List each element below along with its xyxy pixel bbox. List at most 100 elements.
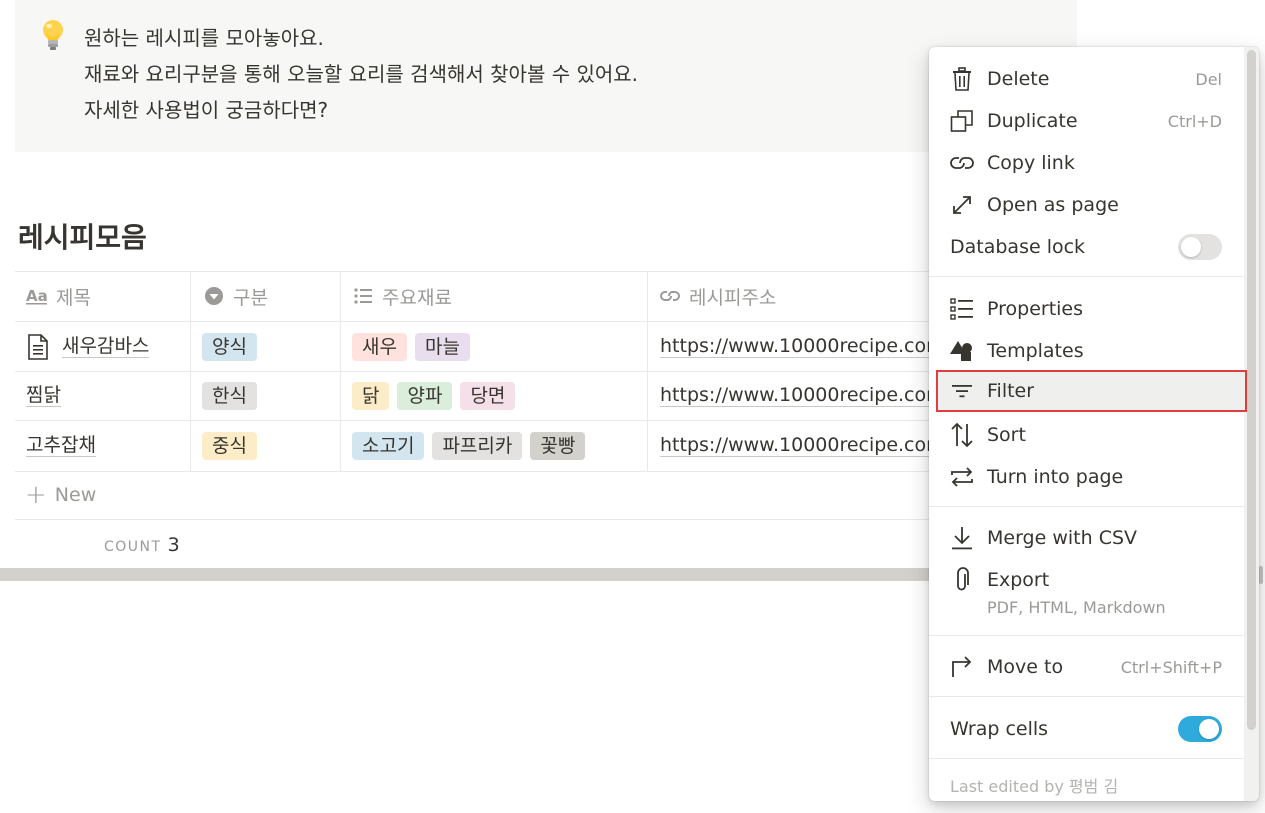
menu-item-label: Properties bbox=[987, 298, 1084, 320]
menu-item-duplicate[interactable]: Duplicate Ctrl+D bbox=[929, 100, 1244, 142]
table-row-url-cell[interactable]: https://www.10000recipe.com bbox=[660, 371, 945, 420]
text-aa-icon: Aa bbox=[26, 285, 48, 307]
trash-icon bbox=[949, 66, 975, 92]
svg-text:Aa: Aa bbox=[26, 287, 48, 305]
page-document-icon bbox=[28, 333, 48, 360]
menu-item-templates[interactable]: Templates bbox=[929, 330, 1244, 372]
table-row-category-cell[interactable]: 한식 bbox=[202, 371, 265, 420]
count-footer[interactable]: COUNT 3 bbox=[104, 534, 180, 556]
menu-item-label: Wrap cells bbox=[950, 718, 1049, 740]
recipe-url-link[interactable]: https://www.10000recipe.com bbox=[660, 434, 945, 457]
menu-item-label: Delete bbox=[987, 68, 1050, 90]
menu-item-open-as-page[interactable]: Open as page bbox=[929, 184, 1244, 226]
menu-item-shortcut: Ctrl+D bbox=[1167, 111, 1222, 131]
table-border bbox=[15, 519, 1077, 520]
menu-item-label: Copy link bbox=[987, 152, 1075, 174]
link-icon bbox=[659, 285, 681, 307]
menu-divider bbox=[929, 506, 1244, 507]
callout-line: 원하는 레시피를 모아놓아요. bbox=[84, 26, 324, 50]
recipe-url-link[interactable]: https://www.10000recipe.com bbox=[660, 335, 945, 358]
sort-arrows-icon bbox=[949, 422, 975, 448]
table-row-url-cell[interactable]: https://www.10000recipe.com bbox=[660, 421, 945, 470]
table-row-ingredients-cell[interactable]: 새우 마늘 bbox=[352, 322, 478, 371]
menu-scrollbar-track[interactable] bbox=[1244, 47, 1259, 801]
last-edited-info: Last edited by 평범 김 bbox=[950, 777, 1119, 796]
menu-item-delete[interactable]: Delete Del bbox=[929, 58, 1244, 100]
corner-arrow-icon bbox=[949, 654, 975, 680]
database-lock-toggle[interactable] bbox=[1178, 234, 1222, 260]
column-header-label: 구분 bbox=[233, 286, 268, 309]
menu-item-turn-into-page[interactable]: Turn into page bbox=[929, 456, 1244, 498]
menu-item-shortcut: Ctrl+Shift+P bbox=[1120, 657, 1222, 677]
menu-item-properties[interactable]: Properties bbox=[929, 288, 1244, 330]
toggle-knob bbox=[1199, 719, 1219, 739]
menu-item-wrap-cells[interactable]: Wrap cells bbox=[929, 708, 1244, 750]
menu-item-label: Open as page bbox=[987, 194, 1119, 216]
ingredient-tag: 소고기 bbox=[352, 431, 425, 460]
row-title[interactable]: 찜닭 bbox=[26, 384, 61, 407]
menu-item-export[interactable]: Export bbox=[929, 559, 1244, 601]
category-tag: 양식 bbox=[202, 332, 257, 361]
menu-item-label: Duplicate bbox=[987, 110, 1078, 132]
column-header-label: 주요재료 bbox=[382, 286, 452, 309]
column-header-ingredients[interactable]: 주요재료 bbox=[352, 271, 452, 321]
horizontal-scrollbar[interactable] bbox=[0, 568, 930, 581]
menu-item-filter[interactable]: Filter bbox=[936, 370, 1247, 412]
recipe-url-link[interactable]: https://www.10000recipe.com bbox=[660, 384, 945, 407]
menu-item-merge-with-csv[interactable]: Merge with CSV bbox=[929, 517, 1244, 559]
menu-item-label: Filter bbox=[987, 380, 1035, 402]
column-header-label: 레시피주소 bbox=[689, 286, 777, 309]
row-title[interactable]: 고추잡채 bbox=[26, 434, 96, 457]
table-row-ingredients-cell[interactable]: 소고기 파프리카 꽃빵 bbox=[352, 421, 593, 470]
expand-arrows-icon bbox=[949, 192, 975, 218]
menu-item-label: Sort bbox=[987, 424, 1026, 446]
database-context-menu: Delete Del Duplicate Ctrl+D Copy link Op… bbox=[929, 47, 1259, 801]
menu-item-shortcut: Del bbox=[1195, 69, 1222, 89]
list-icon bbox=[352, 285, 374, 307]
table-row-ingredients-cell[interactable]: 닭 양파 당면 bbox=[352, 371, 523, 420]
column-header-label: 제목 bbox=[56, 286, 91, 309]
menu-divider bbox=[929, 276, 1244, 277]
table-row-title-cell[interactable]: 고추잡채 bbox=[26, 421, 96, 470]
row-title[interactable]: 새우감바스 bbox=[62, 335, 150, 358]
wrap-cells-toggle[interactable] bbox=[1178, 716, 1222, 742]
ingredient-tag: 닭 bbox=[352, 381, 390, 410]
table-row-title-cell[interactable]: 찜닭 bbox=[26, 371, 61, 420]
table-row-title-cell[interactable]: 새우감바스 bbox=[26, 322, 150, 371]
table-row-category-cell[interactable]: 중식 bbox=[202, 421, 265, 470]
column-header-url[interactable]: 레시피주소 bbox=[659, 271, 776, 321]
count-label: COUNT bbox=[104, 539, 162, 555]
column-divider[interactable] bbox=[647, 271, 648, 471]
shapes-icon bbox=[949, 338, 975, 364]
menu-item-move-to[interactable]: Move to Ctrl+Shift+P bbox=[929, 646, 1244, 688]
menu-divider bbox=[929, 696, 1244, 697]
add-new-row-button[interactable]: + New bbox=[25, 482, 96, 508]
menu-divider bbox=[929, 758, 1244, 759]
table-row-url-cell[interactable]: https://www.10000recipe.com bbox=[660, 322, 945, 371]
lightbulb-icon[interactable] bbox=[37, 18, 69, 52]
menu-item-label: Templates bbox=[987, 340, 1084, 362]
menu-item-label: Merge with CSV bbox=[987, 527, 1138, 549]
column-divider[interactable] bbox=[340, 271, 341, 471]
menu-item-database-lock[interactable]: Database lock bbox=[929, 226, 1244, 268]
column-header-category[interactable]: 구분 bbox=[203, 271, 268, 321]
ingredient-tag: 양파 bbox=[397, 381, 453, 410]
menu-item-sort[interactable]: Sort bbox=[929, 414, 1244, 456]
table-row-category-cell[interactable]: 양식 bbox=[202, 322, 265, 371]
scroll-edge-handle[interactable] bbox=[1259, 566, 1263, 584]
ingredient-tag: 당면 bbox=[460, 381, 516, 410]
menu-scrollbar-thumb[interactable] bbox=[1247, 50, 1256, 730]
callout-line[interactable]: 자세한 사용법이 궁금하다면? bbox=[84, 92, 638, 128]
filter-lines-icon bbox=[949, 378, 975, 404]
column-divider[interactable] bbox=[190, 271, 191, 471]
new-row-label: New bbox=[54, 484, 97, 506]
menu-item-copy-link[interactable]: Copy link bbox=[929, 142, 1244, 184]
column-header-title[interactable]: Aa 제목 bbox=[26, 271, 91, 321]
paperclip-icon bbox=[949, 567, 975, 593]
database-title[interactable]: 레시피모음 bbox=[18, 216, 147, 256]
count-value: 3 bbox=[167, 534, 180, 556]
callout-block: 원하는 레시피를 모아놓아요. 재료와 요리구분을 통해 오늘할 요리를 검색해… bbox=[15, 0, 1077, 152]
ingredient-tag: 마늘 bbox=[414, 332, 470, 361]
link-icon bbox=[949, 150, 975, 176]
menu-item-label: Move to bbox=[987, 656, 1064, 678]
